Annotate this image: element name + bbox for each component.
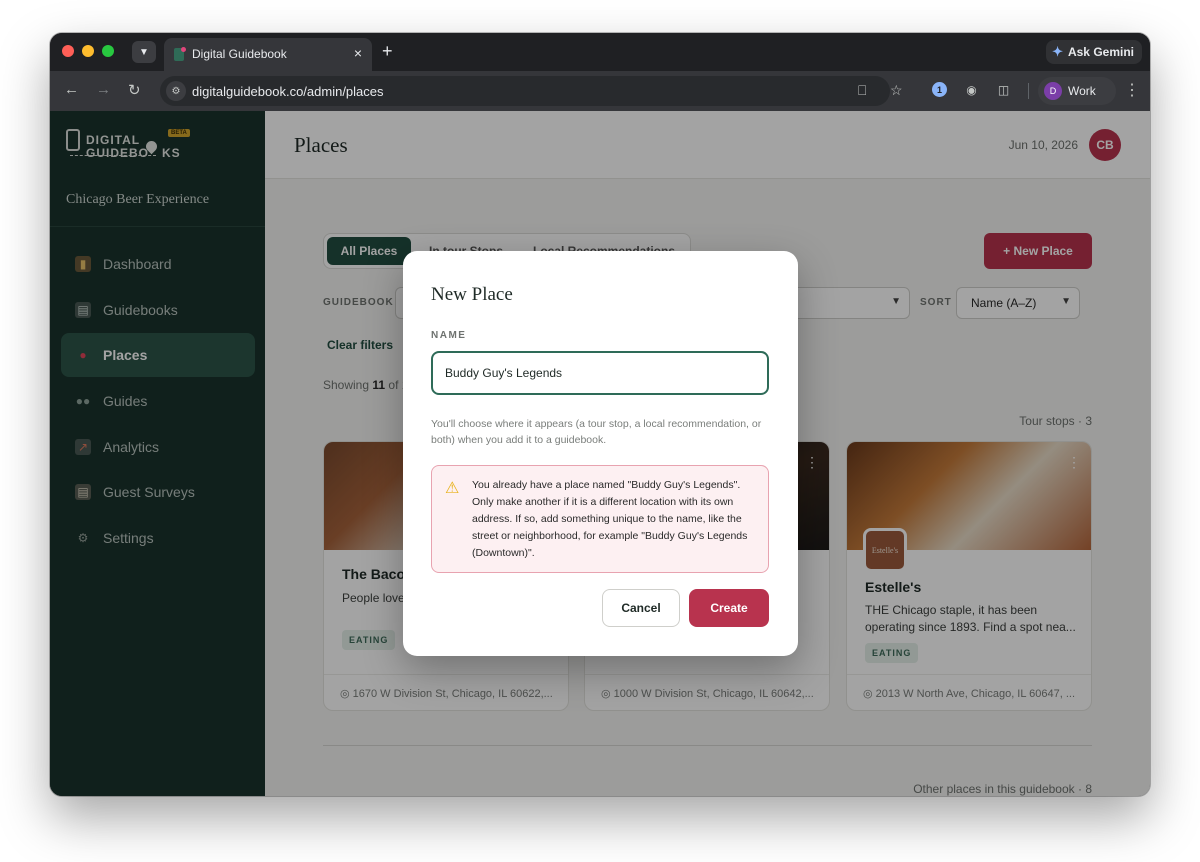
url-text[interactable]: digitalguidebook.co/admin/places: [192, 84, 384, 99]
profile-name: Work: [1068, 84, 1096, 98]
reload-icon[interactable]: ↻: [128, 81, 141, 99]
cancel-button[interactable]: Cancel: [602, 589, 680, 627]
create-button[interactable]: Create: [689, 589, 769, 627]
ask-gemini-button[interactable]: ✦ Ask Gemini: [1046, 40, 1142, 64]
browser-toolbar: ← → ↻ ⚙ digitalguidebook.co/admin/places…: [50, 71, 1150, 111]
browser-window: ▼ Digital Guidebook × + ✦ Ask Gemini ← →…: [50, 33, 1150, 796]
close-window-button[interactable]: [62, 45, 74, 57]
new-place-dialog: New Place NAME You'll choose where it ap…: [403, 251, 798, 656]
site-settings-icon[interactable]: ⚙: [166, 81, 186, 101]
profile-button[interactable]: D Work: [1038, 77, 1116, 105]
forward-icon[interactable]: →: [96, 81, 111, 98]
install-app-icon[interactable]: ⎕: [858, 82, 866, 99]
gemini-icon: ✦: [1052, 44, 1063, 59]
place-name-input[interactable]: [431, 351, 769, 395]
profile-avatar: D: [1044, 82, 1062, 100]
new-tab-icon[interactable]: +: [382, 41, 393, 62]
ask-gemini-label: Ask Gemini: [1067, 45, 1134, 59]
minimize-window-button[interactable]: [82, 45, 94, 57]
toolbar-divider: [1028, 83, 1029, 99]
tab-strip: ▼ Digital Guidebook × + ✦ Ask Gemini: [50, 33, 1150, 71]
address-bar[interactable]: ⚙ digitalguidebook.co/admin/places ⎕ ☆: [160, 76, 903, 106]
dialog-title: New Place: [431, 284, 513, 305]
extensions-icon[interactable]: ◫: [996, 82, 1011, 97]
warning-text: You already have a place named "Buddy Gu…: [472, 479, 748, 559]
back-icon[interactable]: ←: [64, 81, 79, 98]
tab-close-icon[interactable]: ×: [354, 45, 362, 61]
web-page: DIGITAL GUIDEBO KS BETA Chicago Beer Exp…: [50, 111, 1150, 796]
warning-icon: ⚠: [445, 480, 460, 497]
camera-icon[interactable]: ◉: [964, 82, 979, 97]
password-manager-icon[interactable]: 1: [932, 82, 947, 97]
browser-tab[interactable]: Digital Guidebook ×: [164, 38, 372, 71]
tab-search-icon[interactable]: ▼: [132, 41, 156, 63]
help-text: You'll choose where it appears (a tour s…: [431, 418, 762, 446]
bookmark-star-icon[interactable]: ☆: [890, 82, 903, 99]
maximize-window-button[interactable]: [102, 45, 114, 57]
favicon-icon: [174, 47, 186, 61]
duplicate-warning: ⚠ You already have a place named "Buddy …: [431, 465, 769, 573]
browser-menu-icon[interactable]: ⋮: [1124, 80, 1140, 100]
name-field-label: NAME: [431, 330, 467, 341]
tab-title: Digital Guidebook: [192, 47, 287, 61]
